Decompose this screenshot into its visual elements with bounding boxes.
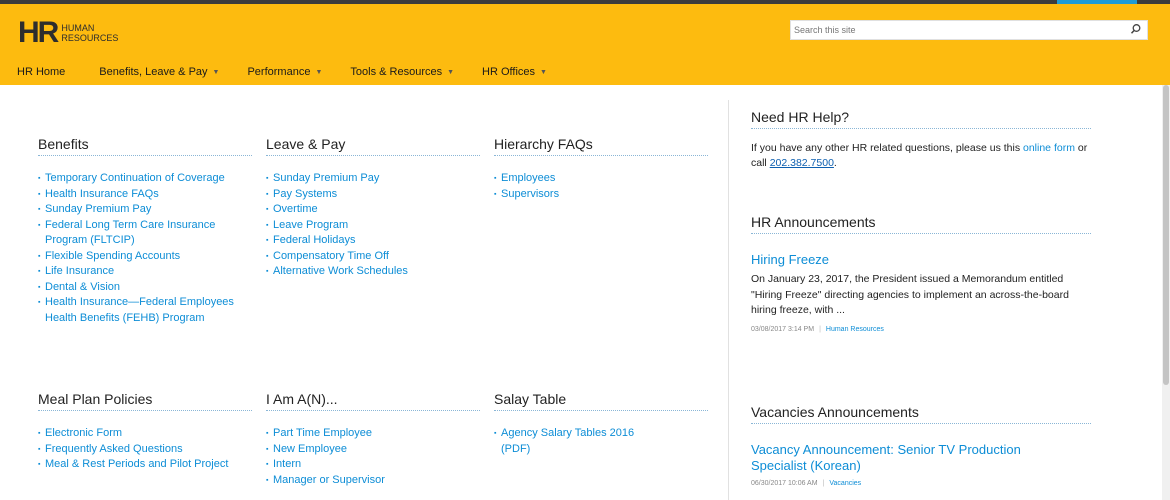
benefits-link[interactable]: Dental & Vision [38, 280, 252, 296]
vacancy-meta: 06/30/2017 10:06 AM | Vacancies [751, 480, 1091, 487]
vacancy-category-link[interactable]: Vacancies [829, 480, 861, 487]
announcements-title: HR Announcements [751, 214, 1091, 234]
help-text: If you have any other HR related questio… [751, 141, 1091, 171]
section-hierarchy-faqs: Hierarchy FAQs Employees Supervisors [494, 136, 708, 202]
logo-text: HUMAN RESOURCES [61, 23, 118, 43]
link-list: Part Time Employee New Employee Intern M… [266, 426, 480, 488]
benefits-link[interactable]: Flexible Spending Accounts [38, 249, 252, 265]
meal-plan-link[interactable]: Electronic Form [38, 426, 252, 442]
site-header: HR HUMAN RESOURCES HR Home Benefits, Lea… [0, 4, 1170, 85]
help-panel: Need HR Help? If you have any other HR r… [751, 109, 1091, 171]
meal-plan-link[interactable]: Meal & Rest Periods and Pilot Project [38, 457, 252, 473]
leave-pay-link[interactable]: Federal Holidays [266, 233, 480, 249]
hierarchy-link[interactable]: Supervisors [494, 187, 708, 203]
i-am-link[interactable]: Intern [266, 457, 480, 473]
vacancy-title-link[interactable]: Vacancy Announcement: Senior TV Producti… [751, 442, 1051, 474]
vacancy-date: 06/30/2017 10:06 AM [751, 480, 818, 487]
announcement-date: 03/08/2017 3:14 PM [751, 325, 815, 333]
logo-mark: HR [18, 16, 59, 49]
scrollbar-thumb[interactable] [1163, 85, 1169, 385]
i-am-link[interactable]: Manager or Supervisor [266, 473, 480, 489]
section-title: Salay Table [494, 391, 708, 411]
logo-text-line2: RESOURCES [61, 33, 119, 43]
benefits-link[interactable]: Federal Long Term Care Insurance Program… [38, 218, 252, 249]
search-box [790, 20, 1148, 40]
link-list: Agency Salary Tables 2016 (PDF) [494, 426, 708, 457]
nav-label: Tools & Resources [350, 66, 443, 78]
announcement-meta: 03/08/2017 3:14 PM | Human Resources [751, 326, 1091, 333]
benefits-link[interactable]: Health Insurance FAQs [38, 187, 252, 203]
help-text-before: If you have any other HR related questio… [751, 142, 1023, 154]
leave-pay-link[interactable]: Pay Systems [266, 187, 480, 203]
meal-plan-link[interactable]: Frequently Asked Questions [38, 442, 252, 458]
logo-text-line1: HUMAN [61, 23, 95, 33]
hierarchy-link[interactable]: Employees [494, 171, 708, 187]
i-am-link[interactable]: Part Time Employee [266, 426, 480, 442]
benefits-link[interactable]: Life Insurance [38, 264, 252, 280]
announcement-category-link[interactable]: Human Resources [826, 326, 884, 333]
benefits-link[interactable]: Temporary Continuation of Coverage [38, 171, 252, 187]
leave-pay-link[interactable]: Alternative Work Schedules [266, 264, 480, 280]
meta-separator: | [819, 325, 821, 333]
nav-hr-home[interactable]: HR Home [17, 62, 65, 82]
link-list: Employees Supervisors [494, 171, 708, 202]
link-list: Electronic Form Frequently Asked Questio… [38, 426, 252, 473]
section-title: Hierarchy FAQs [494, 136, 708, 156]
vacancies-panel: Vacancies Announcements Vacancy Announce… [751, 404, 1091, 487]
section-leave-pay: Leave & Pay Sunday Premium Pay Pay Syste… [266, 136, 480, 280]
chevron-down-icon: ▼ [212, 68, 220, 76]
section-salary-table: Salay Table Agency Salary Tables 2016 (P… [494, 391, 708, 457]
section-title: Leave & Pay [266, 136, 480, 156]
search-icon[interactable] [1130, 23, 1142, 35]
i-am-link[interactable]: New Employee [266, 442, 480, 458]
hr-logo[interactable]: HR HUMAN RESOURCES [18, 18, 118, 48]
link-list: Sunday Premium Pay Pay Systems Overtime … [266, 171, 480, 280]
section-title: Meal Plan Policies [38, 391, 252, 411]
section-meal-plan-policies: Meal Plan Policies Electronic Form Frequ… [38, 391, 252, 473]
section-benefits: Benefits Temporary Continuation of Cover… [38, 136, 252, 326]
nav-performance[interactable]: Performance ▼ [247, 62, 322, 82]
link-list: Temporary Continuation of Coverage Healt… [38, 171, 252, 326]
online-form-link[interactable]: online form [1023, 142, 1075, 154]
section-title: I Am A(N)... [266, 391, 480, 411]
nav-hr-offices[interactable]: HR Offices ▼ [482, 62, 547, 82]
leave-pay-link[interactable]: Sunday Premium Pay [266, 171, 480, 187]
nav-label: Performance [247, 66, 311, 78]
chevron-down-icon: ▼ [540, 68, 547, 76]
help-title: Need HR Help? [751, 109, 1091, 129]
nav-label: HR Offices [482, 66, 536, 78]
benefits-link[interactable]: Sunday Premium Pay [38, 202, 252, 218]
announcement-title-link[interactable]: Hiring Freeze [751, 252, 1091, 268]
nav-label: Benefits, Leave & Pay [99, 66, 208, 78]
search-input[interactable] [794, 23, 1114, 37]
leave-pay-link[interactable]: Leave Program [266, 218, 480, 234]
column-divider [728, 100, 729, 500]
nav-tools-resources[interactable]: Tools & Resources ▼ [350, 62, 454, 82]
hr-announcements-panel: HR Announcements Hiring Freeze On Januar… [751, 214, 1091, 333]
phone-link[interactable]: 202.382.7500 [770, 157, 834, 169]
page-scrollbar[interactable] [1162, 85, 1170, 500]
vacancies-title: Vacancies Announcements [751, 404, 1091, 424]
main-nav: HR Home Benefits, Leave & Pay ▼ Performa… [0, 62, 547, 82]
chevron-down-icon: ▼ [315, 68, 323, 76]
section-title: Benefits [38, 136, 252, 156]
salary-table-link[interactable]: Agency Salary Tables 2016 (PDF) [494, 426, 641, 457]
help-text-after: . [833, 157, 837, 169]
leave-pay-link[interactable]: Overtime [266, 202, 480, 218]
section-i-am-a: I Am A(N)... Part Time Employee New Empl… [266, 391, 480, 488]
nav-label: HR Home [17, 66, 66, 78]
meta-separator: | [822, 480, 825, 487]
leave-pay-link[interactable]: Compensatory Time Off [266, 249, 480, 265]
benefits-link[interactable]: Health Insurance—Federal Employees Healt… [38, 295, 252, 326]
nav-benefits-leave-pay[interactable]: Benefits, Leave & Pay ▼ [99, 62, 219, 82]
chevron-down-icon: ▼ [447, 68, 455, 76]
announcement-body: On January 23, 2017, the President issue… [751, 273, 1069, 316]
